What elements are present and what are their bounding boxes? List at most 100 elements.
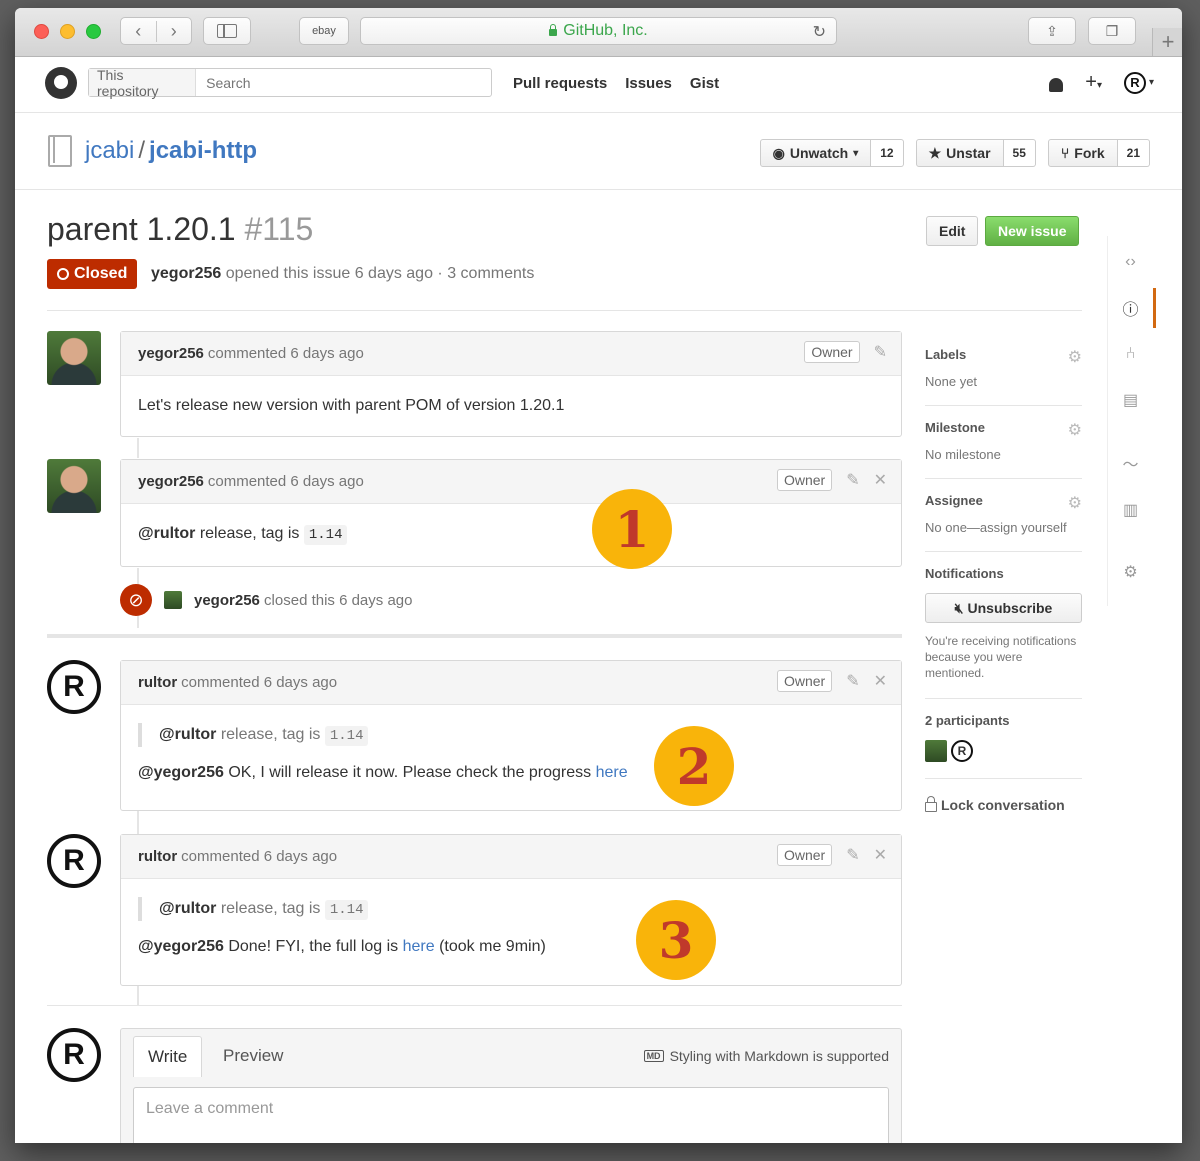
- markdown-hint[interactable]: MD Styling with Markdown is supported: [643, 1048, 889, 1064]
- new-issue-button[interactable]: New issue: [985, 216, 1080, 246]
- wiki-icon[interactable]: ▤: [1108, 380, 1153, 420]
- lock-conversation-link[interactable]: Lock conversation: [925, 779, 1082, 813]
- comment-form: Write Preview MD Styling with Markdown i…: [120, 1028, 902, 1143]
- code-icon[interactable]: ‹›: [1108, 242, 1153, 282]
- repo-name-link[interactable]: jcabi-http: [149, 137, 257, 164]
- back-icon[interactable]: ‹: [121, 20, 157, 42]
- assign-yourself-link[interactable]: No one—assign yourself: [925, 520, 1082, 535]
- edit-button[interactable]: Edit: [926, 216, 979, 246]
- gear-icon[interactable]: ⚙: [1068, 420, 1082, 440]
- status-badge: Closed: [47, 259, 138, 289]
- unsubscribe-button[interactable]: 🔇︎ Unsubscribe: [925, 593, 1082, 623]
- tab-preview[interactable]: Preview: [209, 1036, 297, 1076]
- mention-link[interactable]: @yegor256: [138, 764, 224, 781]
- watch-count[interactable]: 12: [871, 139, 904, 167]
- unstar-button[interactable]: ★ Unstar: [915, 139, 1004, 167]
- fork-label: Fork: [1074, 145, 1105, 161]
- unwatch-button[interactable]: ◉ Unwatch ▾: [759, 139, 872, 167]
- share-button[interactable]: ⇪: [1028, 17, 1076, 45]
- close-icon[interactable]: ✕: [874, 671, 887, 691]
- forward-icon[interactable]: ›: [157, 21, 192, 42]
- mention-link[interactable]: @rultor: [159, 726, 216, 743]
- pencil-icon[interactable]: ✎: [874, 342, 887, 362]
- comment-textarea[interactable]: Leave a comment: [133, 1087, 889, 1143]
- tabs-button[interactable]: ❐: [1088, 17, 1136, 45]
- zoom-window-button[interactable]: [86, 24, 101, 39]
- avatar[interactable]: [47, 459, 101, 513]
- issue-closed-icon: [57, 268, 69, 280]
- quote-text: release, tag is: [216, 726, 325, 743]
- close-icon[interactable]: ✕: [874, 470, 887, 490]
- mention-link[interactable]: @rultor: [138, 525, 195, 542]
- mention-link[interactable]: @rultor: [159, 900, 216, 917]
- gear-icon[interactable]: ⚙: [1068, 347, 1082, 367]
- event-actor[interactable]: yegor256: [194, 592, 260, 609]
- assignee-heading: Assignee: [925, 493, 983, 508]
- bookmark-ebay[interactable]: ebay: [299, 17, 349, 45]
- github-logo-icon[interactable]: [45, 67, 77, 99]
- close-window-button[interactable]: [34, 24, 49, 39]
- address-bar[interactable]: GitHub, Inc. ↻: [360, 17, 837, 45]
- comment-time[interactable]: commented 6 days ago: [181, 674, 337, 691]
- avatar[interactable]: [925, 739, 947, 762]
- fork-count[interactable]: 21: [1117, 139, 1150, 167]
- comment-author[interactable]: yegor256: [138, 345, 204, 362]
- comment-author[interactable]: rultor: [138, 848, 177, 865]
- comment-time[interactable]: commented 6 days ago: [181, 848, 337, 865]
- fork-button[interactable]: ⑂ Fork: [1047, 139, 1118, 167]
- watch-group: ◉ Unwatch ▾ 12: [759, 139, 904, 167]
- comment-author[interactable]: rultor: [138, 674, 177, 691]
- issue-author-link[interactable]: yegor256: [151, 265, 221, 282]
- step-marker-3: 3: [636, 900, 716, 980]
- search-scope: This repository: [89, 67, 197, 99]
- avatar[interactable]: R: [47, 660, 101, 714]
- comment-time[interactable]: commented 6 days ago: [208, 345, 364, 362]
- star-count[interactable]: 55: [1003, 139, 1036, 167]
- comment-author[interactable]: yegor256: [138, 473, 204, 490]
- milestone-value: No milestone: [925, 447, 1001, 462]
- timeline-line: [137, 983, 139, 1005]
- nav-gist[interactable]: Gist: [690, 75, 719, 92]
- comment-header: rultor commented 6 days ago Owner ✎ ✕: [121, 661, 901, 705]
- comment-text-after: (took me 9min): [434, 938, 546, 955]
- avatar[interactable]: R: [951, 739, 973, 762]
- search-box[interactable]: This repository: [88, 67, 492, 99]
- minimize-window-button[interactable]: [60, 24, 75, 39]
- log-link[interactable]: here: [403, 938, 435, 955]
- search-input[interactable]: [196, 74, 491, 91]
- graphs-icon[interactable]: ▥: [1108, 490, 1153, 530]
- pencil-icon[interactable]: ✎: [846, 671, 859, 691]
- new-tab-button[interactable]: +: [1152, 28, 1182, 56]
- inline-code: 1.14: [324, 726, 369, 746]
- sidebar-toggle-button[interactable]: [203, 17, 251, 45]
- avatar[interactable]: [47, 331, 101, 385]
- notifications-bell-icon[interactable]: [1049, 77, 1064, 92]
- pull-request-icon[interactable]: ⑃: [1108, 334, 1153, 374]
- user-menu[interactable]: R ▾: [1123, 71, 1154, 94]
- header-actions: +▾ R ▾: [1049, 71, 1154, 94]
- close-icon[interactable]: ✕: [874, 845, 887, 865]
- nav-pull-requests[interactable]: Pull requests: [513, 75, 607, 92]
- avatar[interactable]: [164, 591, 182, 609]
- comment-time[interactable]: commented 6 days ago: [208, 473, 364, 490]
- milestone-heading: Milestone: [925, 420, 985, 435]
- progress-link[interactable]: here: [596, 764, 628, 781]
- create-new-icon[interactable]: +▾: [1085, 71, 1102, 94]
- sidebar-notifications: Notifications 🔇︎ Unsubscribe You're rece…: [925, 552, 1082, 699]
- repo-owner-link[interactable]: jcabi: [85, 137, 134, 164]
- nav-issues[interactable]: Issues: [625, 75, 672, 92]
- chevron-down-icon: ▾: [1148, 77, 1154, 88]
- pencil-icon[interactable]: ✎: [846, 470, 859, 490]
- reload-icon[interactable]: ↻: [813, 22, 826, 42]
- pulse-icon[interactable]: 〜: [1108, 443, 1153, 483]
- share-icon: ⇪: [1046, 22, 1058, 39]
- browser-toolbar: ‹ › ebay GitHub, Inc. ↻ ⇪ ❐ +: [15, 8, 1182, 57]
- settings-icon[interactable]: ⚙: [1108, 552, 1153, 592]
- gear-icon[interactable]: ⚙: [1068, 493, 1082, 513]
- tab-write[interactable]: Write: [133, 1036, 203, 1077]
- issues-icon[interactable]: ⓘ: [1108, 288, 1156, 328]
- mention-link[interactable]: @yegor256: [138, 938, 224, 955]
- owner-badge: Owner: [804, 341, 860, 363]
- pencil-icon[interactable]: ✎: [846, 845, 859, 865]
- avatar[interactable]: R: [47, 834, 101, 888]
